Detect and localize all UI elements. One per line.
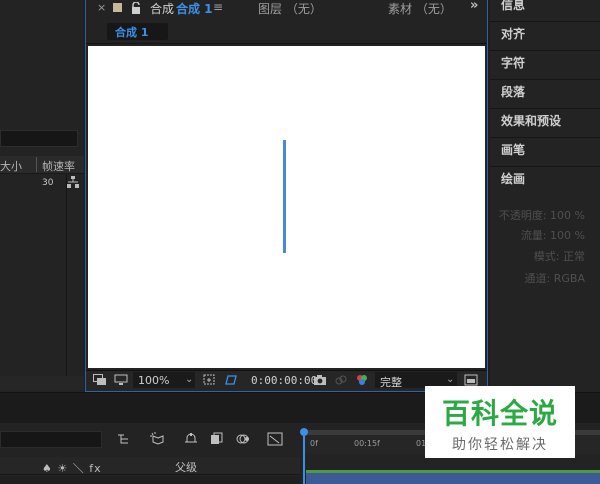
playhead-line[interactable] (303, 436, 305, 484)
current-time-display[interactable]: 0:00:00:00 (251, 374, 317, 387)
composition-mini-flowchart-icon[interactable] (117, 432, 133, 446)
comp-label-color-swatch (113, 3, 122, 12)
panel-info[interactable]: 信息 (490, 0, 600, 22)
chevron-down-icon[interactable]: ⌄ (185, 374, 193, 385)
frame-blending-icon[interactable] (209, 432, 225, 446)
column-frame-rate[interactable]: 帧速率 (42, 158, 75, 174)
paint-mode[interactable]: 模式: 正常 (490, 248, 600, 264)
timeline-search-input[interactable] (0, 431, 102, 448)
tab-footage[interactable]: 素材 （无） (388, 0, 452, 17)
column-size[interactable]: 大小 (0, 158, 22, 174)
project-divider (66, 174, 67, 390)
project-panel (0, 0, 84, 392)
resolution-value: 完整 (380, 376, 402, 389)
draft-3d-icon[interactable] (150, 432, 166, 446)
tab-composition-1[interactable]: 合成 1 (176, 0, 213, 17)
flowchart-icon[interactable] (67, 176, 79, 188)
paint-channel[interactable]: 通道: RGBA (490, 270, 600, 286)
tab-layer[interactable]: 图层 （无） (258, 0, 322, 17)
show-snapshot-icon[interactable] (334, 374, 348, 386)
close-panel-button[interactable]: × (97, 1, 106, 14)
column-parent[interactable]: 父级 (175, 459, 197, 475)
motion-blur-icon[interactable] (235, 432, 251, 446)
composition-tab-label: 合成 (150, 2, 175, 16)
layer-row[interactable] (0, 476, 300, 484)
region-of-interest-icon[interactable] (202, 374, 216, 386)
layer-switches-header[interactable]: ♠ ☀ ＼ fx (42, 460, 102, 476)
composition-breadcrumb[interactable]: 合成 1 (107, 23, 168, 40)
panel-paint[interactable]: 绘画 (490, 167, 600, 196)
watermark-subtitle: 助你轻松解决 (452, 437, 548, 453)
camera-icon[interactable] (313, 374, 327, 386)
ruler-tick-label: 00:15f (354, 439, 380, 448)
panel-menu-icon[interactable]: ≡ (213, 0, 223, 14)
shy-layers-icon[interactable] (183, 432, 199, 446)
layer-duration-bar[interactable] (306, 470, 600, 484)
current-time-indicator[interactable] (300, 428, 308, 436)
lock-icon[interactable] (131, 2, 141, 14)
ruler-tick-label: 0f (310, 439, 318, 448)
panel-character[interactable]: 字符 (490, 51, 600, 80)
shape-layer-line[interactable] (283, 140, 286, 253)
panel-effects-presets[interactable]: 效果和预设 (490, 109, 600, 138)
panel-align[interactable]: 对齐 (490, 22, 600, 51)
graph-editor-icon[interactable] (267, 432, 283, 446)
color-channels-icon[interactable] (355, 374, 369, 386)
transparency-grid-icon[interactable] (224, 374, 238, 386)
chevron-down-icon[interactable]: ⌄ (446, 374, 454, 385)
always-preview-icon[interactable] (93, 374, 107, 386)
panel-brushes[interactable]: 画笔 (490, 138, 600, 167)
watermark-title: 百科全说 (441, 397, 558, 430)
paint-opacity[interactable]: 不透明度: 100 % (490, 207, 600, 223)
paint-flow[interactable]: 流量: 100 % (490, 227, 600, 243)
project-search-input[interactable] (0, 130, 78, 147)
item-frame-rate: 30 (42, 178, 54, 188)
column-separator[interactable] (36, 157, 37, 172)
fast-previews-icon[interactable] (464, 374, 478, 386)
tab-overflow-button[interactable]: » (470, 0, 478, 13)
panel-paragraph[interactable]: 段落 (490, 80, 600, 109)
magnification-value: 100% (138, 374, 170, 387)
monitor-icon[interactable] (114, 374, 128, 386)
composition-canvas[interactable] (88, 46, 485, 368)
project-footer (0, 376, 84, 390)
